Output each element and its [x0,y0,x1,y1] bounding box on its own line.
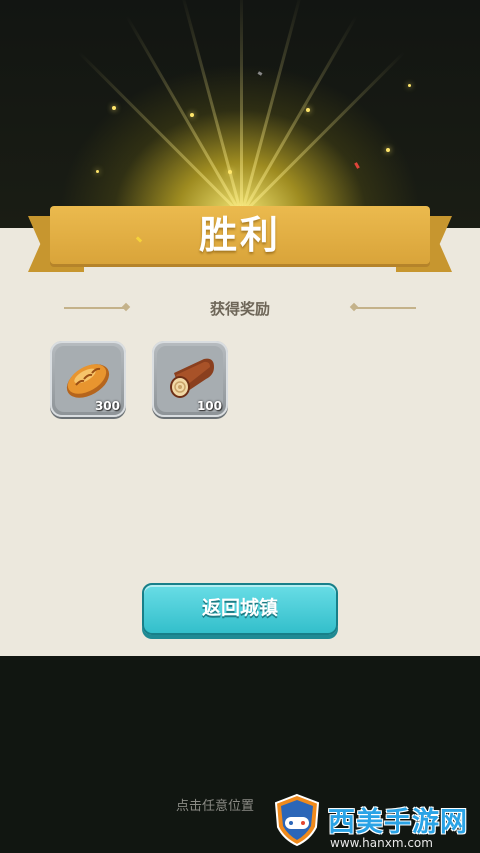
reward-item-bread[interactable]: 300 [50,341,126,417]
victory-glow-background [0,0,480,230]
divider-right [354,307,416,309]
gamepad-shield-icon [274,793,320,847]
watermark-brand: 西美手游网 [328,807,468,838]
victory-title: 胜利 [198,213,281,257]
divider-left [64,307,126,309]
return-to-town-button[interactable]: 返回城镇 [142,583,338,635]
reward-quantity: 100 [196,399,222,413]
reward-quantity: 300 [94,399,120,413]
tap-anywhere-hint: 点击任意位置 [176,799,255,814]
victory-ribbon: 胜利 [50,206,430,264]
reward-item-wood[interactable]: 100 [152,341,228,417]
rewards-section-title: 获得奖励 [209,300,270,318]
watermark-url: www.hanxm.com [330,836,433,850]
return-to-town-label: 返回城镇 [201,597,278,619]
